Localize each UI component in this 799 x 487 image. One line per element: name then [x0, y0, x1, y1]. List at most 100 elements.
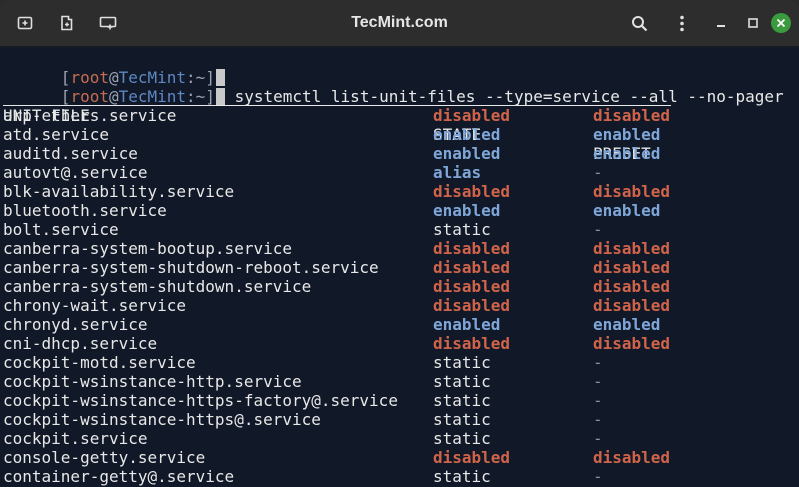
search-button[interactable]	[624, 8, 654, 38]
unit-preset: disabled	[593, 182, 671, 201]
unit-state: static	[433, 372, 491, 391]
unit-state: static	[433, 467, 491, 486]
unit-preset: disabled	[593, 296, 671, 315]
unit-state: disabled	[433, 334, 511, 353]
terminal-window: TecMint.com [root@TecMint:~] [root@TecMi…	[0, 0, 799, 487]
unit-file-name: cockpit-motd.service	[3, 353, 196, 372]
minimize-button[interactable]	[706, 8, 736, 38]
menu-button[interactable]	[667, 8, 697, 38]
table-row: autovt@.service alias -	[3, 163, 763, 182]
kebab-menu-icon	[679, 15, 685, 32]
unit-state: static	[433, 353, 491, 372]
unit-preset: disabled	[593, 334, 671, 353]
unit-preset: -	[593, 163, 603, 182]
unit-preset: disabled	[593, 106, 671, 125]
unit-preset: disabled	[593, 277, 671, 296]
unit-state: enabled	[433, 201, 501, 220]
terminal-output[interactable]: [root@TecMint:~] [root@TecMint:~] system…	[0, 47, 799, 487]
unit-state: disabled	[433, 258, 511, 277]
prompt-line: [root@TecMint:~]	[3, 49, 225, 87]
title-bar: TecMint.com	[0, 0, 799, 47]
table-row: cockpit-motd.service static -	[3, 353, 763, 372]
unit-file-name: console-getty.service	[3, 448, 206, 467]
unit-state: static	[433, 410, 491, 429]
table-row: canberra-system-bootup.service disabled di…	[3, 239, 763, 258]
unit-file-name: container-getty@.service	[3, 467, 235, 486]
unit-file-name: cockpit-wsinstance-https@.service	[3, 410, 321, 429]
unit-file-name: bolt.service	[3, 220, 119, 239]
new-tab-button[interactable]	[10, 8, 40, 38]
unit-file-name: auditd.service	[3, 144, 138, 163]
search-icon	[631, 15, 648, 32]
unit-preset: enabled	[593, 125, 661, 144]
unit-preset: -	[593, 467, 603, 486]
unit-preset: -	[593, 429, 603, 448]
unit-file-name: canberra-system-shutdown.service	[3, 277, 312, 296]
maximize-icon	[747, 17, 759, 29]
unit-file-name: atd.service	[3, 125, 109, 144]
unit-preset: disabled	[593, 239, 671, 258]
maximize-button[interactable]	[738, 8, 768, 38]
unit-file-name: chronyd.service	[3, 315, 148, 334]
unit-file-name: blk-availability.service	[3, 182, 235, 201]
unit-preset: enabled	[593, 315, 661, 334]
unit-state: disabled	[433, 239, 511, 258]
close-button[interactable]	[766, 8, 796, 38]
table-row: atd.service enabled enabled	[3, 125, 763, 144]
unit-file-name: cockpit-wsinstance-https-factory@.servic…	[3, 391, 398, 410]
table-row: cni-dhcp.service disabled disabled	[3, 334, 763, 353]
table-row: blk-availability.service disabled disabled	[3, 182, 763, 201]
unit-preset: -	[593, 372, 603, 391]
table-row: canberra-system-shutdown.service disabled…	[3, 277, 763, 296]
unit-file-name: cockpit-wsinstance-http.service	[3, 372, 302, 391]
unit-state: enabled	[433, 144, 501, 163]
unit-state: enabled	[433, 315, 501, 334]
table-header: UNIT FILE STATE PRESET	[3, 87, 763, 163]
new-window-icon	[59, 15, 75, 31]
table-row: console-getty.service disabled disabled	[3, 448, 763, 467]
unit-preset: -	[593, 353, 603, 372]
unit-file-name: chrony-wait.service	[3, 296, 187, 315]
minimize-icon	[715, 17, 727, 29]
unit-state: static	[433, 391, 491, 410]
unit-state: static	[433, 220, 491, 239]
unit-preset: enabled	[593, 144, 661, 163]
unit-file-name: bluetooth.service	[3, 201, 167, 220]
table-row: canberra-system-shutdown-reboot.service d…	[3, 258, 763, 277]
unit-preset: enabled	[593, 201, 661, 220]
unit-state: disabled	[433, 106, 511, 125]
unit-file-name: arp-ethers.service	[3, 106, 177, 125]
unit-state: disabled	[433, 448, 511, 467]
table-row: auditd.service enabled enabled	[3, 144, 763, 163]
unit-preset: disabled	[593, 258, 671, 277]
unit-state: disabled	[433, 296, 511, 315]
new-window-button[interactable]	[52, 8, 82, 38]
table-row: arp-ethers.service disabled disabled	[3, 106, 763, 125]
table-row: cockpit.service static -	[3, 429, 763, 448]
table-row: cockpit-wsinstance-http.service static -	[3, 372, 763, 391]
table-row: container-getty@.service static -	[3, 467, 763, 486]
unit-preset: -	[593, 220, 603, 239]
unit-state: enabled	[433, 125, 501, 144]
unit-file-name: canberra-system-bootup.service	[3, 239, 292, 258]
table-row: cockpit-wsinstance-https@.service static -	[3, 410, 763, 429]
command-line: [root@TecMint:~] systemctl list-unit-fil…	[3, 68, 784, 106]
unit-state: alias	[433, 163, 482, 182]
unit-file-name: cockpit.service	[3, 429, 148, 448]
close-icon	[770, 12, 792, 34]
unit-state: static	[433, 429, 491, 448]
unit-file-name: canberra-system-shutdown-reboot.service	[3, 258, 379, 277]
split-icon	[99, 15, 117, 31]
unit-state: disabled	[433, 182, 511, 201]
unit-state: disabled	[433, 277, 511, 296]
unit-preset: disabled	[593, 448, 671, 467]
new-tab-icon	[17, 15, 33, 31]
unit-preset: -	[593, 391, 603, 410]
unit-file-name: autovt@.service	[3, 163, 148, 182]
split-view-button[interactable]	[93, 8, 123, 38]
table-row: chrony-wait.service disabled disabled	[3, 296, 763, 315]
table-row: cockpit-wsinstance-https-factory@.servic…	[3, 391, 763, 410]
table-row: bluetooth.service enabled enabled	[3, 201, 763, 220]
unit-preset: -	[593, 410, 603, 429]
unit-file-name: cni-dhcp.service	[3, 334, 158, 353]
